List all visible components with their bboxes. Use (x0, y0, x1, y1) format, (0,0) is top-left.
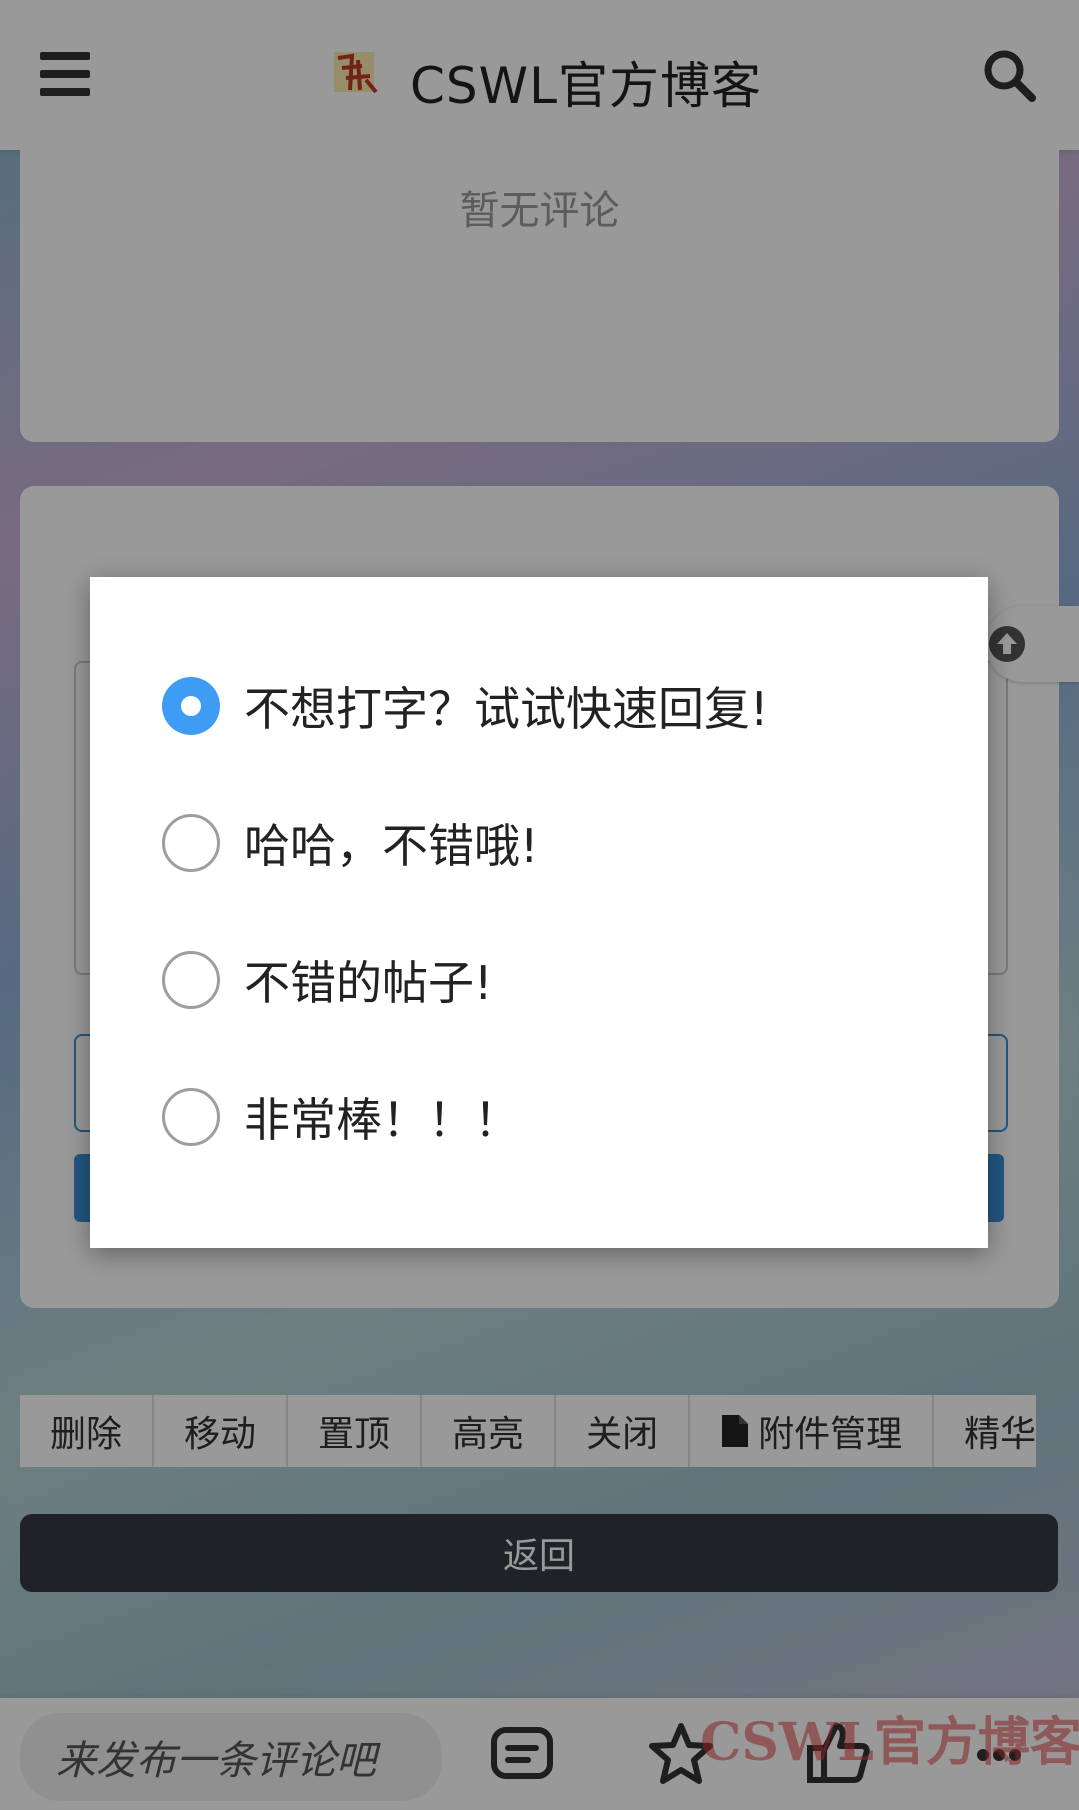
quick-reply-option-label: 非常棒！！！ (244, 1093, 520, 1147)
quick-reply-option[interactable]: 哈哈，不错哦! (162, 803, 538, 883)
radio-unchecked-icon[interactable] (162, 951, 220, 1009)
quick-reply-option[interactable]: 非常棒！！！ (162, 1077, 520, 1157)
quick-reply-option-label: 不错的帖子! (244, 956, 493, 1010)
quick-reply-option[interactable]: 不错的帖子! (162, 940, 492, 1020)
quick-reply-dialog: 不想打字？试试快速回复! 哈哈，不错哦! 不错的帖子! 非常棒！！！ (90, 577, 988, 1248)
radio-checked-icon[interactable] (162, 677, 220, 735)
quick-reply-option-label: 不想打字？试试快速回复! (244, 682, 769, 736)
quick-reply-option-label: 哈哈，不错哦! (244, 819, 539, 873)
quick-reply-option[interactable]: 不想打字？试试快速回复! (162, 666, 768, 746)
radio-unchecked-icon[interactable] (162, 1088, 220, 1146)
radio-unchecked-icon[interactable] (162, 814, 220, 872)
